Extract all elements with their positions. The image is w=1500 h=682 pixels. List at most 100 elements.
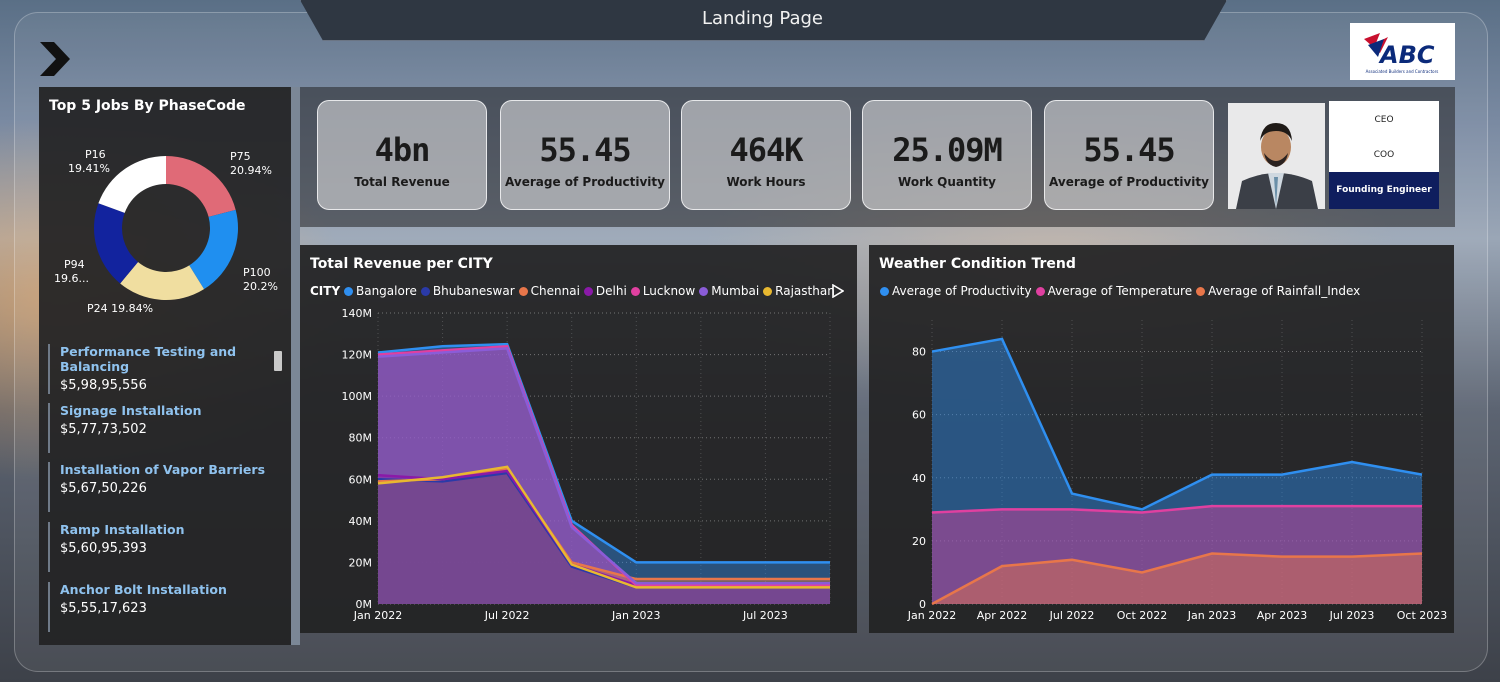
y-tick-label: 80M [349,432,373,445]
y-tick-label: 40 [912,472,926,485]
legend-dot [1035,287,1045,296]
weather-area-chart[interactable]: 020406080Jan 2022 Apr 2022 Jul 2022 Oct 202… [869,300,1454,640]
job-name: Anchor Bolt Installation [60,582,227,597]
legend-item[interactable]: Chennai [518,284,580,298]
y-tick-label: 60 [912,409,926,422]
navigate-arrow-icon[interactable] [40,42,70,76]
legend-next-icon[interactable] [832,284,844,298]
kpi-value: 4bn [374,131,431,169]
legend-label: Chennai [530,284,580,298]
kpi-value: 25.09M [892,131,1003,169]
legend-label: Lucknow [642,284,696,298]
kpi-label: Work Hours [726,175,806,189]
legend-label: Delhi [595,284,627,298]
x-tick-label: Jul 2022 [1049,609,1095,622]
revenue-area-chart[interactable]: 0M20M40M60M80M100M120M140MJan 2022 Jul 20… [300,300,857,630]
legend-dot [343,287,353,296]
x-tick-label: Jul 2023 [1329,609,1375,622]
job-name: Performance Testing and Balancing [60,344,237,374]
kpi-card-productivity[interactable]: 55.45 Average of Productivity [500,100,670,210]
role-ceo: CEO [1374,115,1394,125]
job-card[interactable]: Installation of Vapor Barriers $5,67,50,… [48,462,290,512]
legend-item[interactable]: Lucknow [630,284,696,298]
job-value: $5,60,95,393 [60,541,147,556]
job-card[interactable]: Ramp Installation $5,60,95,393 [48,522,290,572]
legend-item[interactable]: Rajasthan [763,284,835,298]
kpi-label: Average of Productivity [1049,175,1209,189]
kpi-label: Work Quantity [898,175,996,189]
donut-slice-p75[interactable] [166,156,236,217]
legend-label: Average of Temperature [1047,284,1193,298]
revenue-chart-legend: CITY Bangalore Bhubaneswar Chennai Delhi Luc… [310,284,839,298]
job-card[interactable]: Performance Testing and Balancing $5,98,… [48,344,290,394]
kpi-value: 55.45 [1083,131,1175,169]
legend-dot [630,287,640,296]
legend-title: CITY [310,284,341,298]
legend-item[interactable]: Mumbai [699,284,759,298]
x-tick-label: Jan 2022 [353,609,402,622]
job-value: $5,55,17,623 [60,601,147,616]
kpi-card-work-hours[interactable]: 464K Work Hours [681,100,851,210]
legend-dot [583,287,593,296]
x-tick-label: Apr 2022 [977,609,1028,622]
legend-item[interactable]: Average of Productivity [880,284,1032,298]
legend-item[interactable]: Bangalore [343,284,417,298]
job-name: Ramp Installation [60,522,185,537]
company-logo: ABC Associated Builders and Contractors [1350,23,1455,80]
donut-title: Top 5 Jobs By PhaseCode [49,98,246,114]
legend-item[interactable]: Average of Temperature [1035,284,1193,298]
x-tick-label: Jan 2023 [611,609,660,622]
job-card[interactable]: Anchor Bolt Installation $5,55,17,623 [48,582,290,632]
slice-label-p24: P24 19.84% [87,302,154,315]
weather-chart-title: Weather Condition Trend [879,256,1076,272]
weather-chart-legend: Average of Productivity Average of Temper… [880,284,1364,298]
x-tick-label: Apr 2023 [1257,609,1308,622]
role-founding-engineer: Founding Engineer [1329,172,1439,209]
y-tick-label: 120M [342,349,373,362]
kpi-value: 55.45 [539,131,631,169]
legend-dot [880,287,889,296]
kpi-card-total-revenue[interactable]: 4bn Total Revenue [317,100,487,210]
y-tick-label: 20 [912,535,926,548]
legend-label: Bangalore [355,284,417,298]
x-tick-label: Jul 2023 [742,609,788,622]
legend-dot [1196,287,1206,296]
kpi-card-productivity-2[interactable]: 55.45 Average of Productivity [1044,100,1214,210]
x-tick-label: Jan 2022 [907,609,956,622]
job-name: Signage Installation [60,403,202,418]
slice-label-p100: P100 20.2% [243,266,278,293]
job-value: $5,98,95,556 [60,378,147,393]
y-tick-label: 140M [342,307,373,320]
kpi-label: Average of Productivity [505,175,665,189]
roles-card: CEO COO Founding Engineer [1329,101,1439,209]
donut-chart[interactable] [93,155,239,301]
legend-label: Average of Rainfall_Index [1208,284,1361,298]
slice-label-p94: P94 19.6... [54,258,89,285]
legend-dot [763,287,773,296]
job-card[interactable]: Signage Installation $5,77,73,502 [48,403,290,453]
role-coo: COO [1373,150,1395,160]
legend-label: Average of Productivity [892,284,1032,298]
slice-label-p75: P75 20.94% [230,150,272,177]
x-tick-label: Oct 2023 [1397,609,1448,622]
page-title: Landing Page [701,8,824,29]
kpi-value: 464K [729,131,803,169]
y-tick-label: 100M [342,390,373,403]
revenue-chart-title: Total Revenue per CITY [310,256,493,272]
job-value: $5,77,73,502 [60,422,147,437]
x-tick-label: Jan 2023 [1187,609,1236,622]
x-tick-label: Jul 2022 [484,609,530,622]
list-scrollbar[interactable] [274,351,282,371]
job-name: Installation of Vapor Barriers [60,462,266,477]
logo-subtitle: Associated Builders and Contractors [1366,69,1439,74]
legend-item[interactable]: Average of Rainfall_Index [1196,284,1360,298]
slice-label-p16: P16 19.41% [68,148,110,175]
profile-photo [1228,103,1325,209]
x-tick-label: Oct 2022 [1117,609,1168,622]
kpi-card-work-quantity[interactable]: 25.09M Work Quantity [862,100,1032,210]
legend-label: Bhubaneswar [432,284,515,298]
legend-item[interactable]: Bhubaneswar [420,284,515,298]
legend-dot [699,287,709,296]
legend-item[interactable]: Delhi [583,284,627,298]
legend-label: Mumbai [711,284,760,298]
